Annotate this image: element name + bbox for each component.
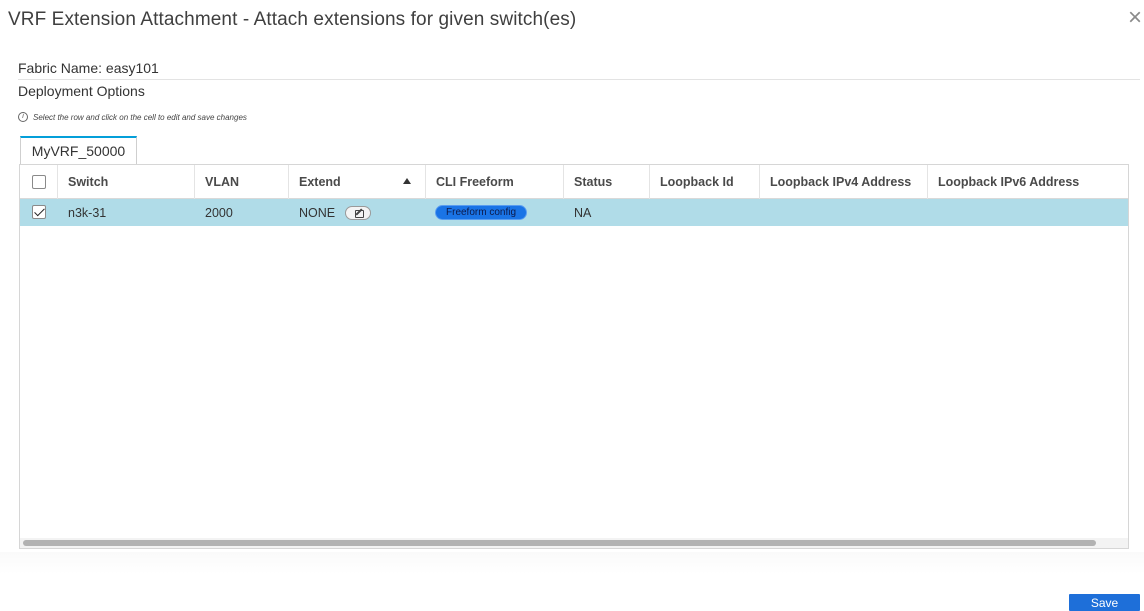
deployment-options-heading: Deployment Options bbox=[18, 83, 145, 99]
fabric-name-label: Fabric Name: easy101 bbox=[18, 60, 159, 76]
column-header-switch-label: Switch bbox=[68, 175, 109, 189]
column-header-status-label: Status bbox=[574, 175, 613, 189]
cell-switch[interactable]: n3k-31 bbox=[58, 199, 195, 226]
table-row[interactable]: n3k-31 2000 NONE Freeform config NA bbox=[20, 199, 1128, 226]
footer-shade bbox=[0, 552, 1144, 574]
deployment-hint: i Select the row and click on the cell t… bbox=[18, 112, 247, 122]
save-button[interactable]: Save bbox=[1069, 594, 1140, 611]
deployment-hint-text: Select the row and click on the cell to … bbox=[33, 112, 247, 122]
column-header-loopback-ipv6-label: Loopback IPv6 Address bbox=[938, 175, 1080, 189]
cell-extend-value: NONE bbox=[299, 205, 336, 220]
select-all-checkbox[interactable] bbox=[32, 175, 46, 189]
column-header-loopback-id-label: Loopback Id bbox=[660, 175, 734, 189]
attachment-grid: Switch VLAN Extend CLI Freeform Status L… bbox=[19, 164, 1129, 549]
column-header-loopback-ipv6[interactable]: Loopback IPv6 Address bbox=[928, 165, 1128, 199]
cell-extend[interactable]: NONE bbox=[289, 199, 426, 226]
sort-ascending-icon[interactable] bbox=[403, 178, 411, 184]
info-icon: i bbox=[18, 112, 28, 122]
column-header-cli-freeform[interactable]: CLI Freeform bbox=[426, 165, 564, 199]
horizontal-scrollbar-thumb[interactable] bbox=[23, 540, 1096, 546]
row-select-cell bbox=[20, 199, 58, 226]
column-header-loopback-id[interactable]: Loopback Id bbox=[650, 165, 760, 199]
column-header-status[interactable]: Status bbox=[564, 165, 650, 199]
row-checkbox[interactable] bbox=[32, 205, 46, 219]
column-header-loopback-ipv4-label: Loopback IPv4 Address bbox=[770, 175, 912, 189]
cell-loopback-id[interactable] bbox=[650, 199, 760, 226]
freeform-config-button[interactable]: Freeform config bbox=[436, 206, 527, 219]
cell-loopback-ipv6[interactable] bbox=[928, 199, 1128, 226]
dialog-title: VRF Extension Attachment - Attach extens… bbox=[8, 9, 577, 30]
column-header-loopback-ipv4[interactable]: Loopback IPv4 Address bbox=[760, 165, 928, 199]
horizontal-scrollbar[interactable] bbox=[20, 538, 1128, 548]
column-header-vlan-label: VLAN bbox=[205, 175, 240, 189]
header-select-all-cell bbox=[20, 165, 58, 199]
cell-cli-freeform: Freeform config bbox=[426, 199, 564, 226]
close-icon[interactable]: × bbox=[1128, 6, 1142, 30]
column-header-switch[interactable]: Switch bbox=[58, 165, 195, 199]
grid-header: Switch VLAN Extend CLI Freeform Status L… bbox=[20, 165, 1128, 199]
cell-status: NA bbox=[574, 205, 592, 220]
column-header-vlan[interactable]: VLAN bbox=[195, 165, 289, 199]
cell-loopback-ipv4[interactable] bbox=[760, 199, 928, 226]
column-header-extend-label: Extend bbox=[299, 175, 341, 189]
tab-myvrf-50000[interactable]: MyVRF_50000 bbox=[20, 136, 137, 164]
edit-icon[interactable] bbox=[345, 205, 372, 220]
section-divider bbox=[18, 79, 1140, 80]
cell-vlan[interactable]: 2000 bbox=[195, 199, 289, 226]
column-header-cli-freeform-label: CLI Freeform bbox=[436, 175, 514, 189]
